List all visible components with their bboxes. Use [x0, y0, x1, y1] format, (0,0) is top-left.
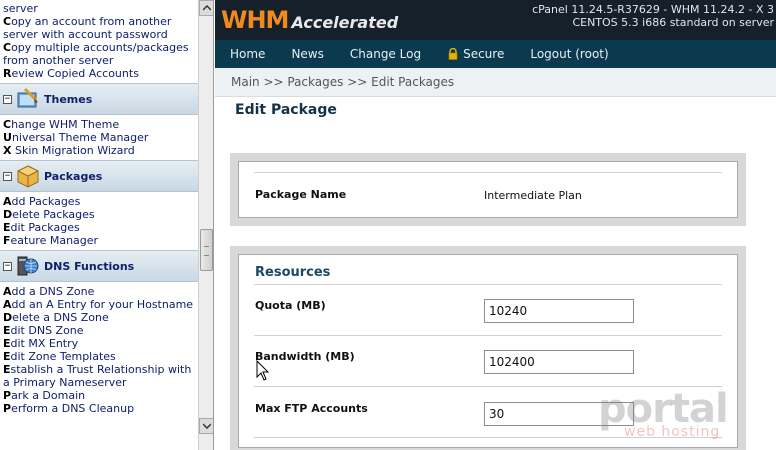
scroll-up-button[interactable]	[199, 0, 213, 16]
themes-icon	[17, 87, 38, 108]
nav-secure[interactable]: Secure	[447, 47, 504, 61]
sidebar-link-add-a-entry[interactable]: Add an A Entry for your Hostname	[0, 298, 198, 311]
whm-logo[interactable]: WHM Accelerated	[221, 6, 398, 34]
nav-news[interactable]: News	[291, 47, 323, 61]
scroll-down-button[interactable]	[199, 418, 213, 434]
sidebar-link-edit-zone-templates[interactable]: Edit Zone Templates	[0, 350, 198, 363]
bandwidth-input[interactable]	[484, 350, 634, 374]
sidebar-link-skin-migration[interactable]: X Skin Migration Wizard	[0, 144, 198, 157]
resources-title: Resources	[255, 265, 331, 280]
sidebar-link-edit-packages[interactable]: Edit Packages	[0, 221, 198, 234]
mouse-cursor-icon	[256, 360, 270, 381]
package-name-panel: Package Name Intermediate Plan	[230, 153, 746, 226]
collapse-icon[interactable]: −	[3, 171, 12, 181]
divider	[254, 284, 722, 285]
sidebar-link-add-packages[interactable]: Add Packages	[0, 195, 198, 208]
package-name-label: Package Name	[255, 188, 347, 201]
dns-icon	[17, 256, 39, 276]
breadcrumb: Main >> Packages >> Edit Packages	[215, 68, 776, 97]
header: WHM Accelerated cPanel 11.24.5-R37629 - …	[215, 0, 776, 40]
sidebar-link-server[interactable]: server	[0, 2, 198, 15]
sidebar-menu: server Copy an account from another serv…	[0, 0, 198, 450]
collapse-icon[interactable]: −	[3, 94, 12, 104]
collapse-icon[interactable]: −	[3, 261, 12, 271]
nav-logout[interactable]: Logout (root)	[530, 47, 608, 61]
ftp-accounts-label: Max FTP Accounts	[255, 402, 368, 415]
divider	[254, 386, 722, 387]
version-info: cPanel 11.24.5-R37629 - WHM 11.24.2 - X …	[532, 3, 774, 29]
sidebar-link-dns-cleanup[interactable]: Perform a DNS Cleanup	[0, 402, 198, 415]
sidebar-section-packages[interactable]: − Packages	[0, 160, 198, 192]
sidebar-link-review-copied[interactable]: Review Copied Accounts	[0, 67, 198, 80]
sidebar-link-feature-manager[interactable]: Feature Manager	[0, 234, 198, 247]
sidebar-link-edit-mx-entry[interactable]: Edit MX Entry	[0, 337, 198, 350]
resources-box: Resources Quota (MB) Bandwidth (MB) Max …	[238, 254, 738, 448]
resources-panel: Resources Quota (MB) Bandwidth (MB) Max …	[230, 246, 746, 450]
sidebar-link-add-dns-zone[interactable]: Add a DNS Zone	[0, 285, 198, 298]
chevron-up-icon	[203, 5, 211, 11]
sidebar-link-park-domain[interactable]: Park a Domain	[0, 389, 198, 402]
sidebar-link-delete-packages[interactable]: Delete Packages	[0, 208, 198, 221]
main-nav: Home News Change Log Secure Logout (root…	[215, 40, 776, 68]
chevron-down-icon	[203, 423, 211, 429]
quota-label: Quota (MB)	[255, 299, 326, 312]
divider	[254, 335, 722, 336]
sidebar-link-establish-trust[interactable]: Establish a Trust Relationship with a Pr…	[0, 363, 198, 389]
ftp-accounts-input[interactable]	[484, 402, 634, 426]
lock-icon	[448, 48, 458, 60]
sidebar-scrollbar[interactable]	[198, 0, 213, 450]
sidebar: server Copy an account from another serv…	[0, 0, 214, 450]
nav-changelog[interactable]: Change Log	[350, 47, 421, 61]
divider	[254, 437, 722, 438]
sidebar-link-delete-dns-zone[interactable]: Delete a DNS Zone	[0, 311, 198, 324]
page-title: Edit Package	[235, 102, 337, 118]
scrollbar-thumb[interactable]	[200, 229, 213, 271]
package-name-value: Intermediate Plan	[484, 189, 582, 202]
sidebar-link-edit-dns-zone[interactable]: Edit DNS Zone	[0, 324, 198, 337]
package-name-box: Package Name Intermediate Plan	[238, 161, 738, 218]
packages-icon	[16, 165, 40, 188]
sidebar-section-dns[interactable]: − DNS Functions	[0, 250, 198, 282]
sidebar-link-universal-theme[interactable]: Universal Theme Manager	[0, 131, 198, 144]
quota-input[interactable]	[484, 299, 634, 323]
divider	[254, 172, 722, 173]
sidebar-section-themes[interactable]: − Themes	[0, 83, 198, 115]
sidebar-link-copy-account[interactable]: Copy an account from another server with…	[0, 15, 198, 41]
sidebar-link-copy-multiple[interactable]: Copy multiple accounts/packages from ano…	[0, 41, 198, 67]
nav-home[interactable]: Home	[230, 47, 265, 61]
sidebar-link-change-theme[interactable]: Change WHM Theme	[0, 118, 198, 131]
